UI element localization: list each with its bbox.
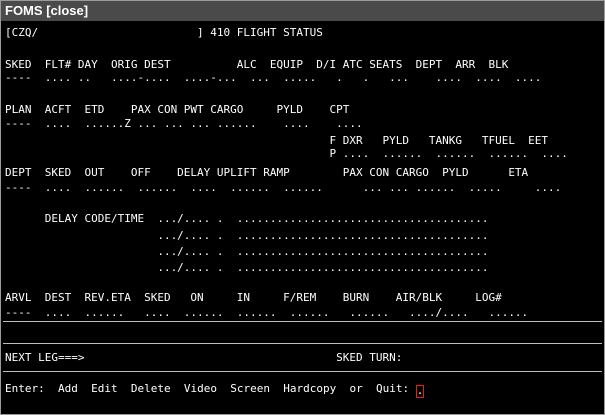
screen-command[interactable]: Screen (230, 382, 270, 395)
quit-command[interactable]: Quit: (376, 382, 409, 395)
next-leg-line[interactable]: NEXT LEG===> SKED TURN: (5, 351, 402, 364)
delay-code-line-4[interactable]: .../.... . .............................… (5, 261, 488, 274)
foms-window: FOMS [close] [CZQ/ ] 410 FLIGHT STATUS S… (0, 0, 605, 415)
or-text: or (349, 382, 363, 395)
fuel-fields[interactable]: P .... ...... ...... ...... .... (5, 147, 568, 160)
close-link[interactable]: [close] (46, 3, 88, 18)
edit-command[interactable]: Edit (91, 382, 118, 395)
dept-header: DEPT SKED OUT OFF DELAY UPLIFT RAMP PAX … (5, 166, 529, 179)
command-bar: Enter: Add Edit Delete Video Screen Hard… (5, 382, 424, 398)
delay-code-line-3[interactable]: .../.... . .............................… (5, 245, 488, 258)
window-titlebar: FOMS [close] (1, 1, 604, 21)
arvl-header: ARVL DEST REV.ETA SKED ON IN F/REM BURN … (5, 291, 502, 304)
delete-command[interactable]: Delete (131, 382, 171, 395)
sked-fields[interactable]: ---- .... .. ....-.... ....-... ... ....… (5, 71, 541, 84)
divider-middle (3, 343, 602, 344)
arvl-fields[interactable]: ---- .... ...... .... ...... ...... ....… (5, 306, 528, 319)
command-input[interactable]: . (415, 385, 424, 398)
delay-code-line-2[interactable]: .../.... . .............................… (5, 229, 488, 242)
sked-header: SKED FLT# DAY ORIG DEST ALC EQUIP D/I AT… (5, 58, 509, 71)
video-command[interactable]: Video (184, 382, 217, 395)
command-prompt: Enter: (5, 382, 45, 395)
window-title: FOMS (5, 3, 43, 18)
dept-fields[interactable]: ---- .... ...... ...... .... ...... ....… (5, 181, 561, 194)
divider-upper (3, 321, 602, 322)
fuel-header: F DXR PYLD TANKG TFUEL EET (5, 134, 549, 147)
divider-lower (3, 371, 602, 372)
plan-fields[interactable]: ---- .... ......Z ... ... ... ...... ...… (5, 117, 363, 130)
plan-header: PLAN ACFT ETD PAX CON PWT CARGO PYLD CPT (5, 103, 350, 116)
add-command[interactable]: Add (58, 382, 78, 395)
header-line: [CZQ/ ] 410 FLIGHT STATUS (5, 26, 323, 39)
terminal-screen: [CZQ/ ] 410 FLIGHT STATUS SKED FLT# DAY … (1, 21, 604, 414)
delay-code-line-1[interactable]: DELAY CODE/TIME .../.... . .............… (5, 212, 489, 225)
hardcopy-command[interactable]: Hardcopy (283, 382, 336, 395)
